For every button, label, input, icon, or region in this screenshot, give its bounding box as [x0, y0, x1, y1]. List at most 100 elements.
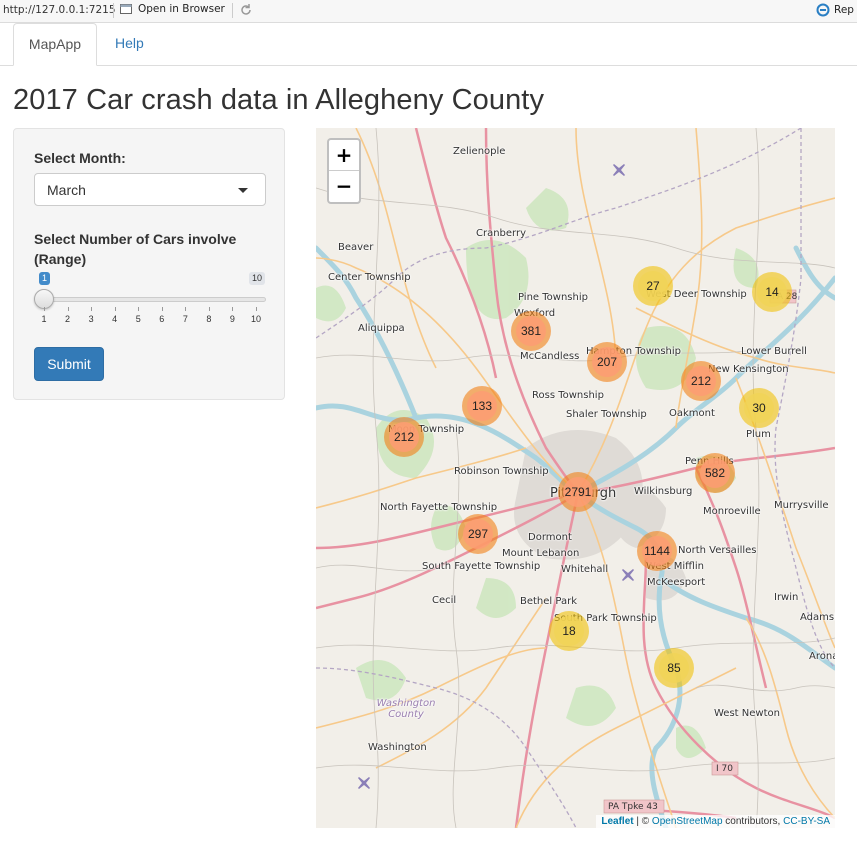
slider-tick — [232, 307, 234, 311]
slider-tick-label: 9 — [229, 314, 235, 324]
place-label: Murrysville — [774, 500, 829, 511]
refresh-icon[interactable] — [239, 3, 253, 17]
place-label: Lower Burrell — [741, 346, 807, 357]
slider-tick — [91, 307, 93, 311]
attribution-contributors: contributors, — [722, 816, 784, 827]
place-label: Irwin — [774, 592, 799, 603]
cluster-marker[interactable]: 14 — [752, 272, 792, 312]
cluster-count: 14 — [757, 277, 787, 307]
cluster-count: 18 — [554, 616, 584, 646]
cluster-marker[interactable]: 582 — [695, 453, 735, 493]
place-label: Plum — [746, 429, 771, 440]
slider-tick — [44, 307, 45, 311]
place-label: Washington County — [376, 698, 436, 720]
leaflet-link[interactable]: Leaflet — [601, 816, 633, 827]
place-label: Cecil — [432, 595, 457, 606]
slider-tick-label: 1 — [41, 314, 47, 324]
nav-tabs: MapApp Help — [0, 22, 857, 66]
cluster-marker[interactable]: 18 — [549, 611, 589, 651]
url-text: http://127.0.0.1:7215 — [3, 4, 116, 16]
month-select[interactable]: March — [34, 173, 266, 206]
toolbar-divider — [113, 3, 114, 18]
slider-tick — [256, 307, 257, 311]
place-label: Aliquippa — [358, 323, 405, 334]
place-label: Beaver — [338, 242, 374, 253]
open-in-browser-button[interactable]: Open in Browser — [120, 3, 225, 15]
cluster-marker[interactable]: 85 — [654, 648, 694, 688]
place-label: PA Tpke 43 — [608, 802, 658, 812]
osm-link[interactable]: OpenStreetMap — [652, 816, 723, 827]
cluster-count: 582 — [700, 458, 730, 488]
open-in-browser-label: Open in Browser — [138, 3, 225, 15]
cluster-count: 212 — [389, 422, 419, 452]
place-label: North Fayette Township — [380, 502, 498, 513]
slider-tick-label: 2 — [65, 314, 71, 324]
cluster-marker[interactable]: 212 — [681, 361, 721, 401]
cluster-count: 297 — [463, 519, 493, 549]
tab-mapapp[interactable]: MapApp — [13, 23, 97, 66]
republish-icon — [816, 3, 830, 17]
cluster-marker[interactable]: 2791 — [558, 472, 598, 512]
month-select-value: March — [47, 182, 86, 198]
slider-tick — [208, 307, 210, 311]
cluster-marker[interactable]: 30 — [739, 388, 779, 428]
tab-help[interactable]: Help — [100, 23, 159, 64]
cluster-count: 30 — [744, 393, 774, 423]
sidebar-panel: Select Month: March Select Number of Car… — [13, 128, 285, 400]
zoom-control: + − — [327, 138, 361, 204]
cluster-count: 381 — [516, 316, 546, 346]
chevron-down-icon — [238, 188, 248, 193]
slider-max-label: 10 — [249, 272, 266, 285]
place-label: McCandless — [520, 351, 580, 362]
slider-tick-label: 10 — [250, 314, 262, 324]
place-label: North Versailles — [678, 545, 757, 556]
page-title: 2017 Car crash data in Allegheny County — [13, 84, 545, 116]
cluster-marker[interactable]: 212 — [384, 417, 424, 457]
place-label: Robinson Township — [454, 466, 549, 477]
slider-tick — [161, 307, 163, 311]
slider-min-label: 1 — [39, 272, 51, 285]
zoom-in-button[interactable]: + — [329, 140, 359, 171]
cluster-count: 1144 — [642, 536, 672, 566]
place-label: West Newton — [714, 708, 780, 719]
place-label: South Fayette Township — [422, 561, 541, 572]
submit-button[interactable]: Submit — [34, 347, 104, 381]
place-label: Whitehall — [561, 564, 609, 575]
map[interactable]: Zelienople Cranberry Beaver Center Township… — [316, 128, 835, 828]
cluster-marker[interactable]: 297 — [458, 514, 498, 554]
place-label: Adamsb — [800, 612, 835, 623]
cluster-count: 85 — [659, 653, 689, 683]
slider-tick-label: 8 — [206, 314, 212, 324]
place-label: Dormont — [528, 532, 572, 543]
place-label: McKeesport — [647, 577, 706, 588]
cars-label: Select Number of Cars involve (Range) — [34, 231, 237, 267]
cluster-count: 212 — [686, 366, 716, 396]
map-attribution: Leaflet | © OpenStreetMap contributors, … — [596, 815, 835, 828]
slider-tick-label: 4 — [112, 314, 118, 324]
slider-tick — [138, 307, 140, 311]
place-label: Wilkinsburg — [634, 486, 693, 497]
cluster-marker[interactable]: 207 — [587, 342, 627, 382]
slider-tick — [114, 307, 116, 311]
place-label: Zelienople — [453, 146, 506, 157]
cluster-marker[interactable]: 381 — [511, 311, 551, 351]
viewer-toolbar: http://127.0.0.1:7215 Open in Browser Re… — [0, 0, 857, 23]
cluster-count: 2791 — [563, 477, 593, 507]
cluster-marker[interactable]: 1144 — [637, 531, 677, 571]
slider-handle[interactable] — [34, 289, 54, 309]
cluster-marker[interactable]: 133 — [462, 386, 502, 426]
place-label: Cranberry — [476, 228, 527, 239]
place-label: Bethel Park — [520, 596, 577, 607]
cars-range-slider[interactable]: 1 10 1 2 3 4 5 6 7 8 9 10 — [34, 269, 266, 329]
browser-icon — [120, 4, 132, 14]
slider-tick-label: 3 — [88, 314, 94, 324]
slider-tick — [67, 307, 69, 311]
republish-label: Rep — [834, 4, 854, 16]
zoom-out-button[interactable]: − — [329, 171, 359, 201]
place-label: Mount Lebanon — [502, 548, 580, 559]
cluster-marker[interactable]: 27 — [633, 266, 673, 306]
place-label: Ross Township — [532, 390, 604, 401]
license-link[interactable]: CC-BY-SA — [783, 816, 830, 827]
slider-track[interactable] — [44, 297, 266, 302]
republish-button[interactable]: Rep — [816, 3, 854, 17]
